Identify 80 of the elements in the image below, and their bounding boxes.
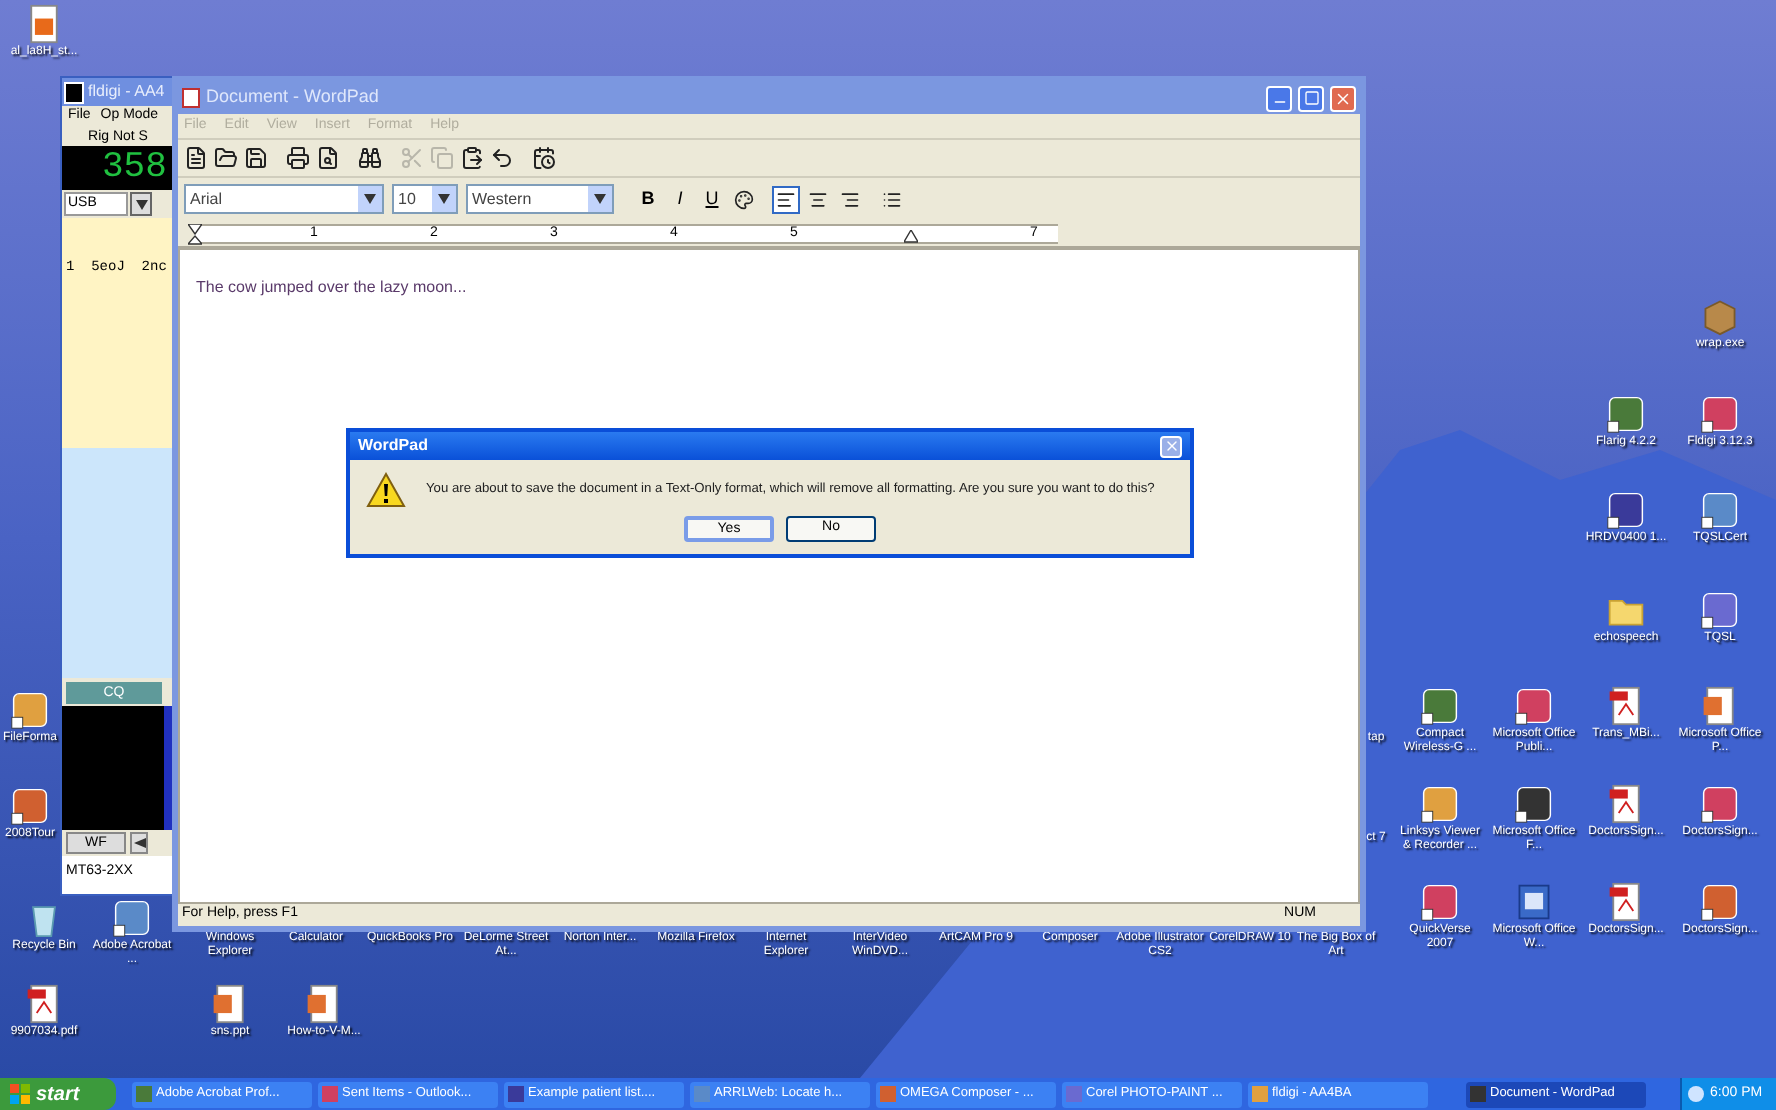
color-button[interactable] [730, 185, 758, 213]
window-icon [1470, 1086, 1486, 1102]
app-icon[interactable] [1700, 490, 1740, 530]
window-title: Document - WordPad [206, 84, 381, 111]
app-icon[interactable] [10, 786, 50, 826]
window-icon [322, 1086, 338, 1102]
dropdown-arrow-icon[interactable] [438, 194, 450, 204]
bold-button[interactable]: B [634, 185, 662, 213]
app-icon[interactable] [112, 898, 152, 938]
palette-icon [734, 189, 754, 209]
underline-button[interactable]: U [698, 185, 726, 213]
left-arrow-icon[interactable] [133, 838, 145, 848]
paste-icon[interactable] [460, 146, 484, 170]
document-icon[interactable] [24, 4, 64, 44]
close-icon [1334, 89, 1352, 107]
save-icon[interactable] [244, 146, 268, 170]
document-text: The cow jumped over the lazy moon... [196, 278, 467, 296]
right-indent-marker-icon[interactable] [904, 229, 918, 243]
app-icon[interactable] [1514, 686, 1554, 726]
minimize-button[interactable] [1266, 85, 1292, 111]
presentation-file-icon[interactable] [304, 984, 344, 1024]
app-icon[interactable] [1420, 686, 1460, 726]
app-icon[interactable] [1420, 882, 1460, 922]
start-button[interactable]: start [0, 1078, 116, 1110]
close-icon [1163, 438, 1179, 454]
window-title: fldigi - AA4 [88, 80, 165, 104]
align-left-icon [776, 189, 796, 209]
undo-icon[interactable] [490, 146, 514, 170]
open-folder-icon[interactable] [214, 146, 238, 170]
app-icon [64, 81, 84, 103]
pdf-file-icon[interactable] [24, 984, 64, 1024]
align-left-button[interactable] [772, 185, 800, 213]
pdf-file-icon[interactable] [1606, 686, 1646, 726]
window-icon [1252, 1086, 1268, 1102]
italic-button[interactable]: I [666, 185, 694, 213]
app-icon[interactable] [1700, 394, 1740, 434]
size-dropdown[interactable]: 10 [392, 184, 458, 214]
presentation-file-icon[interactable] [1700, 686, 1740, 726]
bullet-list-icon [882, 189, 902, 209]
tray-icon [1688, 1086, 1704, 1102]
app-icon[interactable] [1700, 784, 1740, 824]
printer-icon[interactable] [286, 146, 310, 170]
window-icon [136, 1086, 152, 1102]
presentation-file-icon[interactable] [210, 984, 250, 1024]
dropdown-arrow-icon[interactable] [364, 194, 376, 204]
wordpad-icon [182, 88, 200, 108]
font-dropdown[interactable]: Arial [184, 184, 384, 214]
app-icon[interactable] [1700, 882, 1740, 922]
app-icon[interactable] [10, 690, 50, 730]
new-file-icon[interactable] [184, 146, 208, 170]
app-icon[interactable] [1420, 784, 1460, 824]
maximize-icon [1303, 90, 1319, 106]
dropdown-arrow-icon[interactable] [135, 199, 147, 209]
windows-logo-icon [10, 1084, 30, 1104]
dropdown-arrow-icon[interactable] [594, 194, 606, 204]
window-icon [694, 1086, 710, 1102]
pdf-file-icon[interactable] [1606, 882, 1646, 922]
app-icon[interactable] [1606, 394, 1646, 434]
app-icon[interactable] [1700, 590, 1740, 630]
maximize-button[interactable] [1298, 85, 1324, 111]
print-preview-icon[interactable] [316, 146, 340, 170]
align-right-icon [840, 189, 860, 209]
script-dropdown[interactable]: Western [466, 184, 614, 214]
align-center-icon [808, 189, 828, 209]
window-icon [1066, 1086, 1082, 1102]
close-button[interactable] [1330, 85, 1356, 111]
window-icon [880, 1086, 896, 1102]
dialog-title: WordPad [358, 434, 428, 458]
word-document-icon[interactable] [1514, 882, 1554, 922]
indent-marker-icon[interactable] [188, 223, 202, 247]
warning-icon [366, 472, 406, 508]
calendar-clock-icon[interactable] [532, 146, 556, 170]
close-button[interactable] [1160, 435, 1182, 457]
app-icon[interactable] [1606, 490, 1646, 530]
pdf-file-icon[interactable] [1606, 784, 1646, 824]
binoculars-icon[interactable] [358, 146, 382, 170]
waterfall-display [62, 706, 174, 830]
window-icon [508, 1086, 524, 1102]
app-icon[interactable] [1514, 784, 1554, 824]
frequency-display: 358 [62, 146, 174, 190]
